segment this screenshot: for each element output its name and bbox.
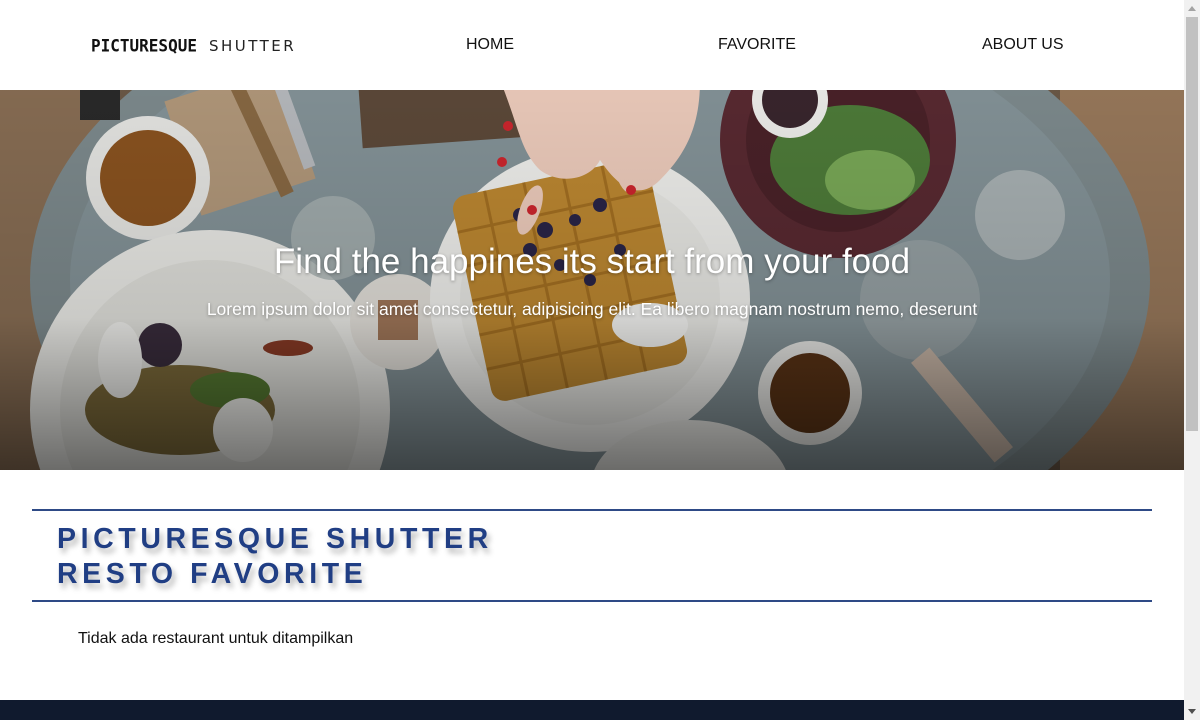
scroll-up-arrow-icon[interactable] xyxy=(1184,0,1200,16)
favorite-section-header: PICTURESQUE SHUTTER RESTO FAVORITE xyxy=(32,509,1152,602)
section-title-line-1: PICTURESQUE SHUTTER xyxy=(57,523,493,555)
site-header: PICTURESQUE SHUTTER HOME FAVORITE ABOUT … xyxy=(0,0,1184,90)
scrollbar-thumb[interactable] xyxy=(1186,17,1198,431)
hero-banner: Find the happines its start from your fo… xyxy=(0,90,1184,470)
section-title: PICTURESQUE SHUTTER RESTO FAVORITE xyxy=(57,522,493,592)
logo-wordmark-bold: PICTURESQUE xyxy=(91,35,197,56)
nav-favorite-link[interactable]: FAVORITE xyxy=(718,36,796,54)
hero-title: Find the happines its start from your fo… xyxy=(273,242,911,281)
logo-wordmark-light: SHUTTER xyxy=(208,37,297,55)
page-scrollbar[interactable] xyxy=(1184,0,1200,720)
nav-about-us-link[interactable]: ABOUT US xyxy=(982,36,1064,54)
hero-subtitle: Lorem ipsum dolor sit amet consectetur, … xyxy=(206,299,978,319)
nav-home-link[interactable]: HOME xyxy=(466,36,514,54)
site-logo[interactable]: PICTURESQUE SHUTTER xyxy=(91,35,297,56)
section-title-line-2: RESTO FAVORITE xyxy=(57,558,368,590)
empty-state-message: Tidak ada restaurant untuk ditampilkan xyxy=(78,630,354,647)
site-footer xyxy=(0,700,1184,720)
scroll-down-arrow-icon[interactable] xyxy=(1184,704,1200,720)
